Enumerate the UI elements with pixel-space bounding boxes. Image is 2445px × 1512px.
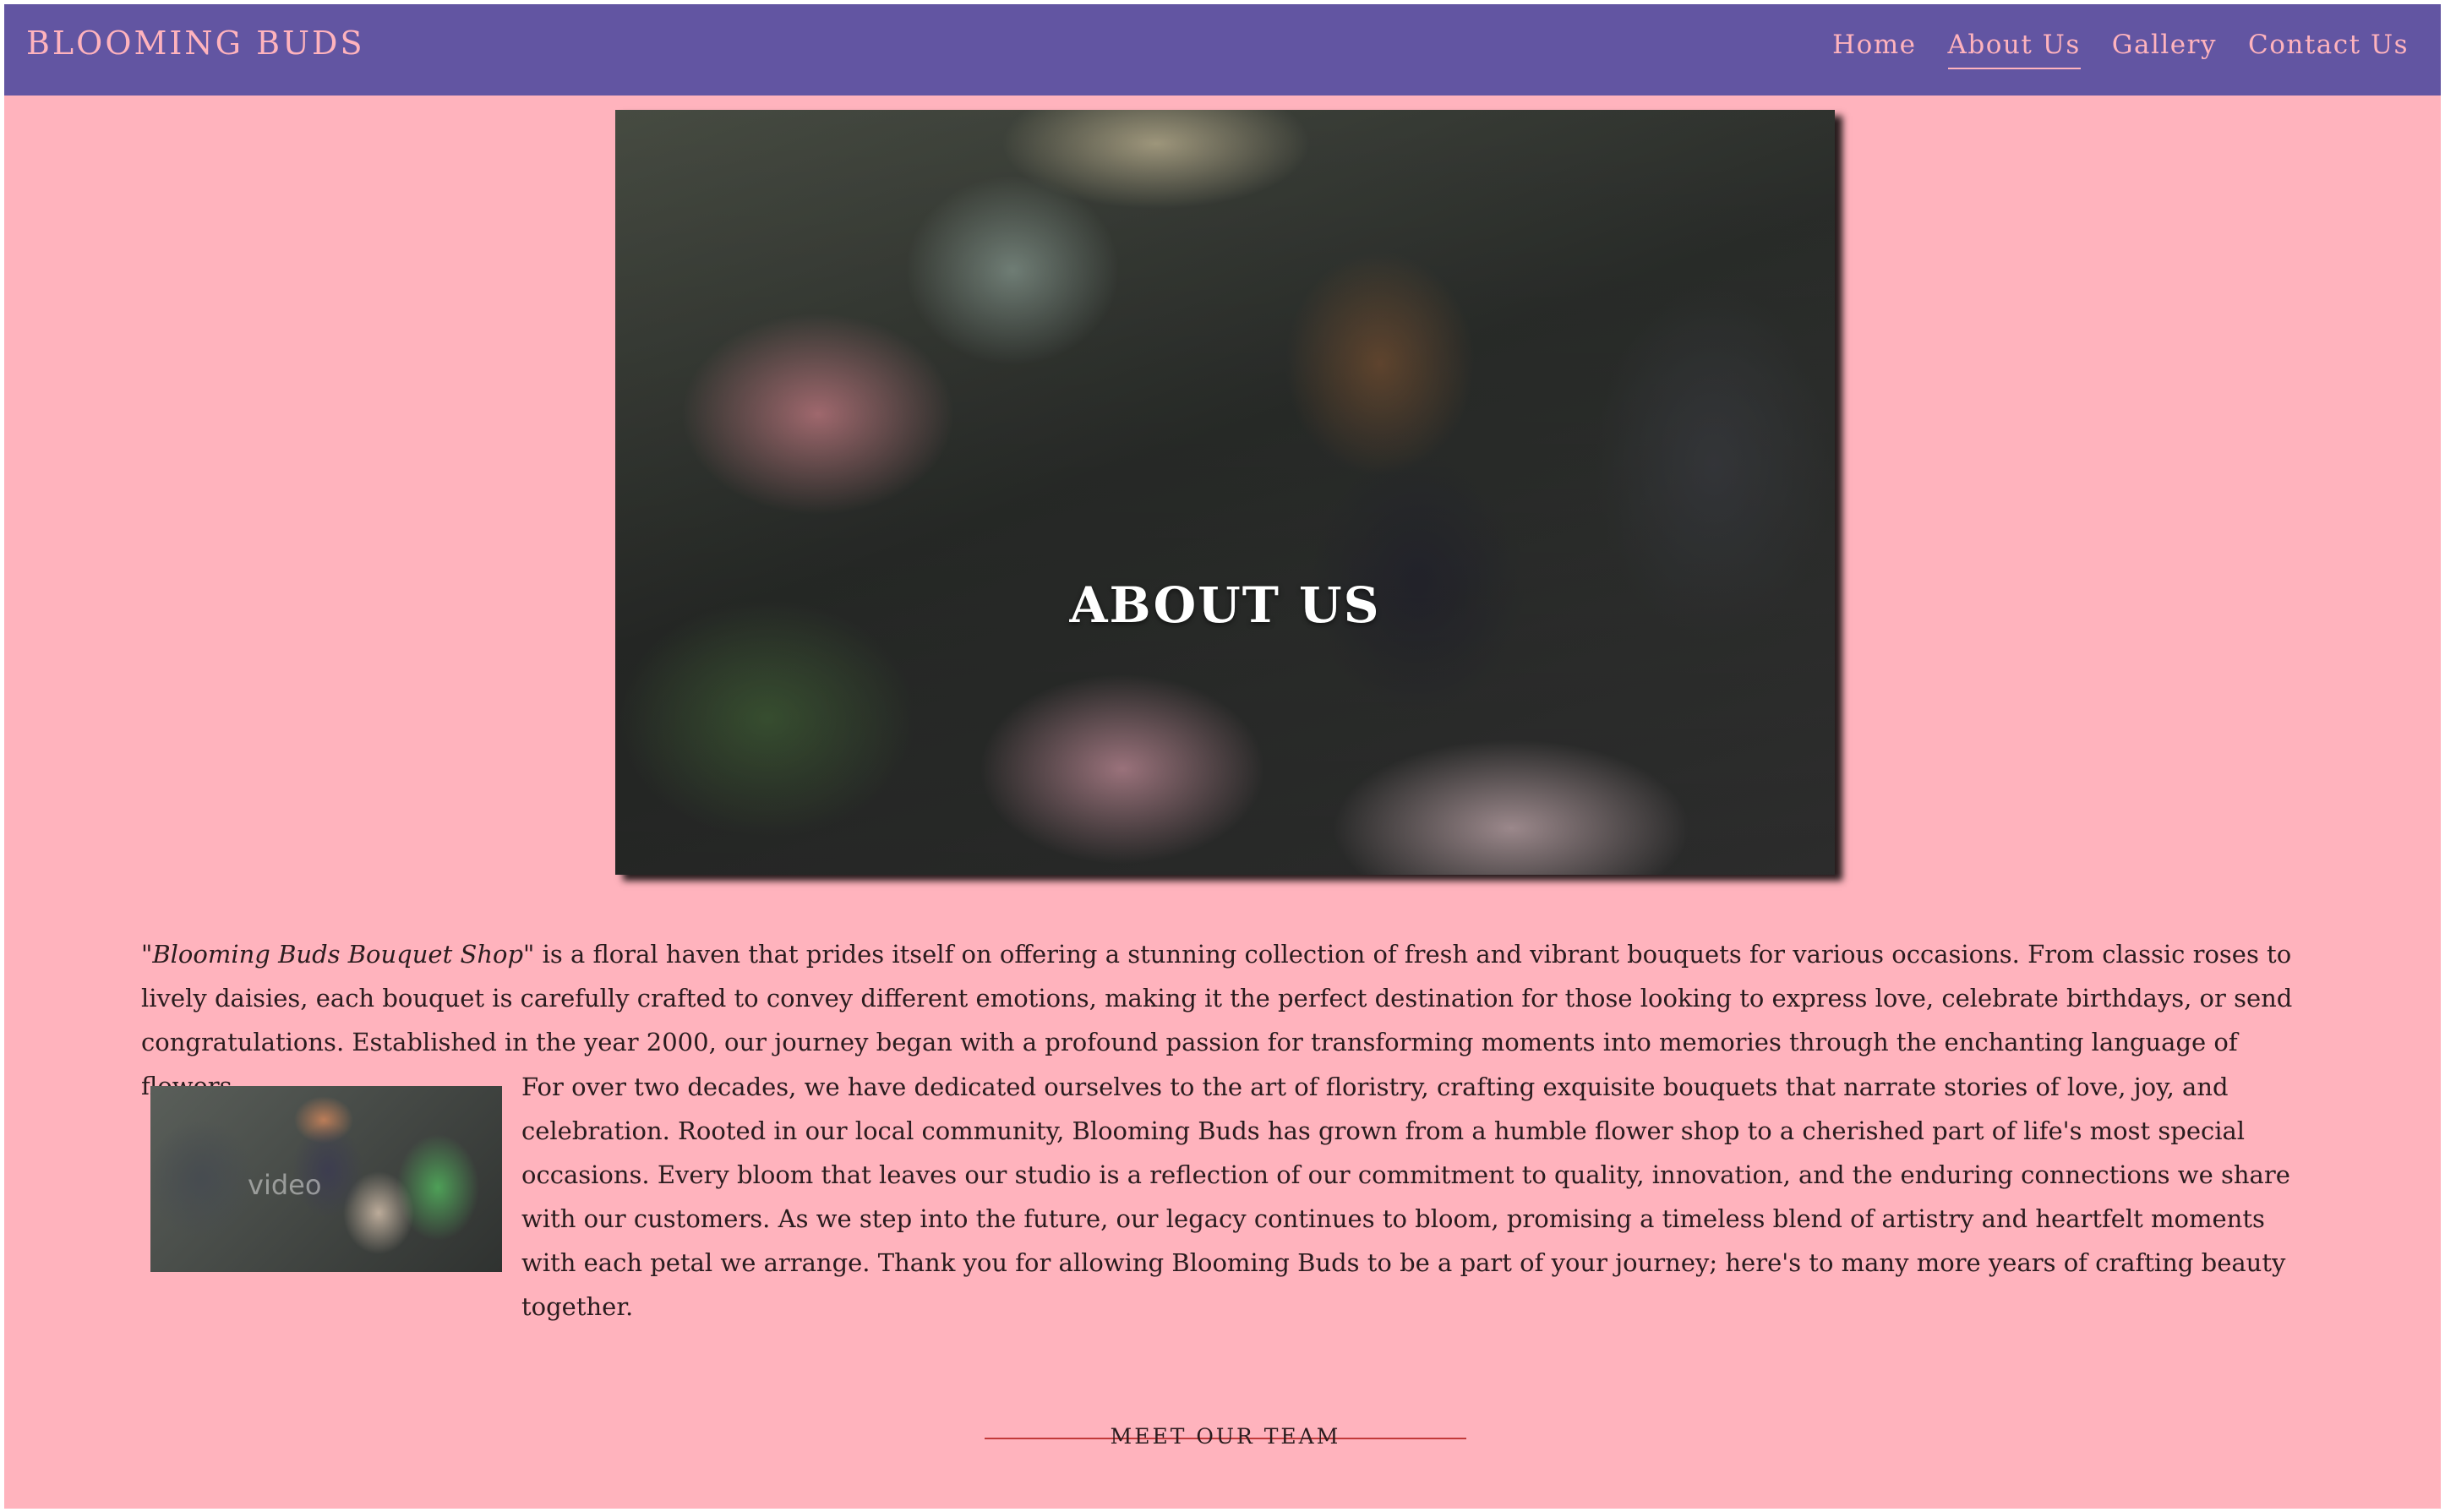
nav-contact-link[interactable]: Contact Us [2248,30,2409,69]
brand-logo[interactable]: BLOOMING BUDS [26,25,365,62]
video-watermark: video [248,1169,322,1201]
main-nav: Home About Us Gallery Contact Us [1832,30,2409,69]
hero-overlay [615,110,1835,875]
story-paragraph: For over two decades, we have dedicated … [521,1073,2290,1321]
hero-image: ABOUT US [615,110,1835,875]
video-thumbnail[interactable]: video [150,1086,502,1272]
meet-our-team-heading: MEET OUR TEAM [985,1422,1466,1456]
hero-title: ABOUT US [1069,576,1381,634]
nav-about-link[interactable]: About Us [1947,30,2081,69]
page-frame: BLOOMING BUDS Home About Us Gallery Cont… [4,4,2441,1509]
team-label: MEET OUR TEAM [1110,1424,1341,1449]
navbar: BLOOMING BUDS Home About Us Gallery Cont… [4,4,2441,96]
nav-home-link[interactable]: Home [1832,30,1916,69]
shop-name: "Blooming Buds Bouquet Shop" [141,940,535,969]
nav-gallery-link[interactable]: Gallery [2112,30,2217,69]
